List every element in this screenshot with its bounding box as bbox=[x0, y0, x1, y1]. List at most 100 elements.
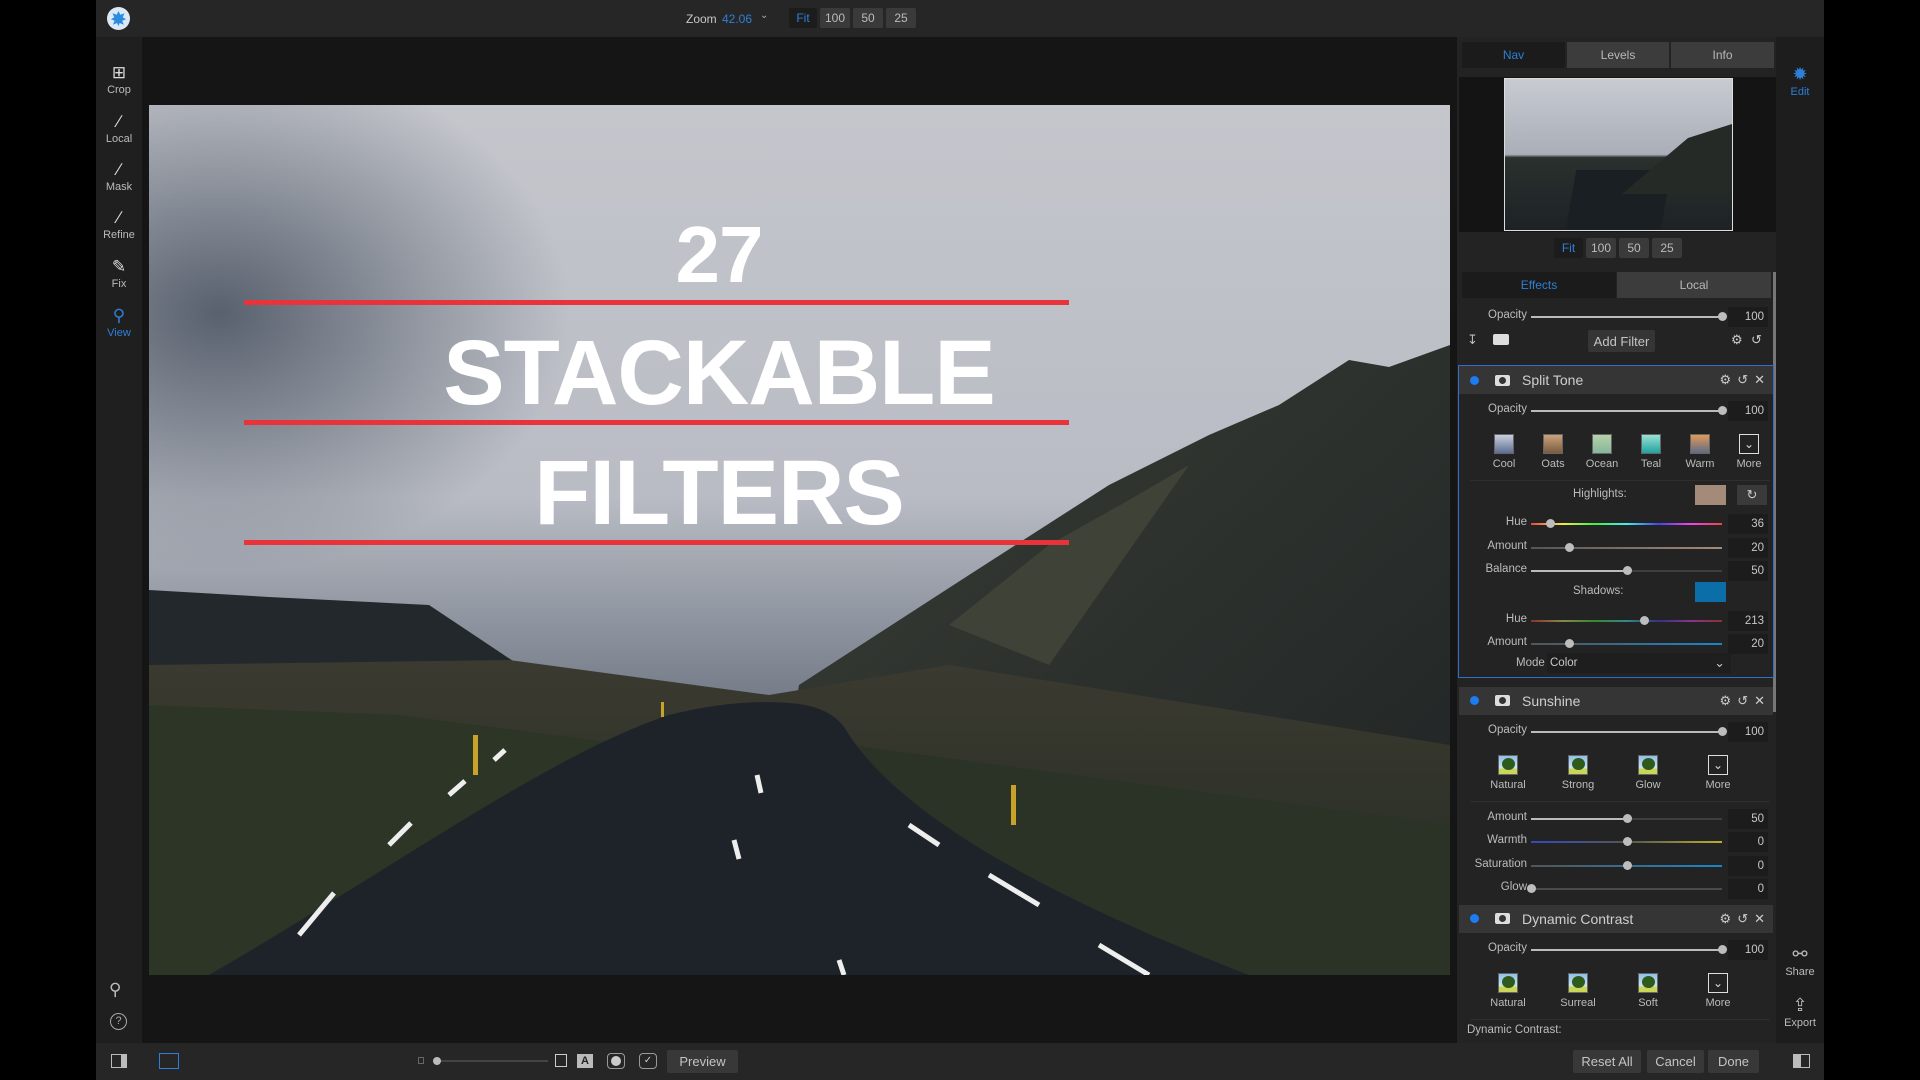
slider-track[interactable] bbox=[1531, 730, 1722, 733]
user-icon[interactable]: ⚲ bbox=[109, 980, 121, 1000]
filter-enabled-toggle[interactable] bbox=[1470, 375, 1479, 385]
tool-mask[interactable]: ∕ Mask bbox=[96, 159, 142, 193]
tool-crop[interactable]: ⊞ Crop bbox=[96, 62, 142, 96]
slider-value-field[interactable]: 20 bbox=[1728, 537, 1768, 558]
color-swatch[interactable] bbox=[1695, 581, 1726, 602]
preset-ocean[interactable]: Ocean bbox=[1582, 434, 1622, 470]
cancel-button[interactable]: Cancel bbox=[1647, 1050, 1704, 1073]
slider-thumb[interactable] bbox=[1622, 837, 1632, 846]
preset-teal[interactable]: Teal bbox=[1631, 434, 1671, 470]
compare-a-icon[interactable]: A bbox=[577, 1054, 593, 1068]
toggle-left-panel-icon[interactable] bbox=[111, 1054, 127, 1068]
slider-amount[interactable]: Amount 20 bbox=[1457, 537, 1776, 559]
thumbnail-size-slider[interactable] bbox=[433, 1060, 548, 1062]
preset-surreal[interactable]: Surreal bbox=[1558, 972, 1598, 1009]
slider-track[interactable] bbox=[1531, 546, 1722, 549]
slider-track[interactable] bbox=[1531, 888, 1722, 890]
photo-canvas[interactable]: 27 STACKABLE FILTERS bbox=[149, 105, 1450, 975]
mask-view-icon[interactable] bbox=[607, 1053, 625, 1069]
slider-hue[interactable]: Hue 36 bbox=[1457, 513, 1776, 535]
slider-saturation[interactable]: Saturation 0 bbox=[1457, 855, 1776, 877]
slider-track[interactable] bbox=[1531, 316, 1722, 318]
slider-thumb[interactable] bbox=[1546, 519, 1556, 528]
tool-local[interactable]: ∕ Local bbox=[96, 111, 142, 145]
preset-cool[interactable]: Cool bbox=[1484, 434, 1524, 470]
preset-strong[interactable]: Strong bbox=[1558, 754, 1598, 791]
slider-thumb[interactable] bbox=[1718, 312, 1727, 321]
nav-50-button[interactable]: 50 bbox=[1619, 238, 1649, 258]
slider-thumb[interactable] bbox=[1622, 566, 1632, 575]
filter-enabled-toggle[interactable] bbox=[1470, 914, 1479, 923]
tool-refine[interactable]: ∕ Refine bbox=[96, 207, 142, 241]
slider-track[interactable] bbox=[1531, 643, 1722, 645]
close-icon[interactable]: ✕ bbox=[1754, 911, 1765, 927]
preset-more[interactable]: ⌄ More bbox=[1698, 972, 1738, 1009]
slider-value-field[interactable]: 0 bbox=[1728, 879, 1768, 899]
slider-thumb[interactable] bbox=[1718, 944, 1727, 954]
slider-thumb[interactable] bbox=[1527, 884, 1536, 893]
close-icon[interactable]: ✕ bbox=[1754, 372, 1765, 388]
preset-soft[interactable]: Soft bbox=[1628, 972, 1668, 1009]
zoom-100-button[interactable]: 100 bbox=[820, 8, 850, 28]
zoom-fit-button[interactable]: Fit bbox=[789, 8, 817, 28]
tool-fix[interactable]: ✎ Fix bbox=[96, 256, 142, 290]
toggle-right-panel-icon[interactable] bbox=[1793, 1054, 1810, 1068]
preset-glow[interactable]: Glow bbox=[1628, 754, 1668, 791]
slider-value-field[interactable]: 0 bbox=[1728, 855, 1768, 876]
close-icon[interactable]: ✕ bbox=[1754, 693, 1765, 709]
color-swatch[interactable] bbox=[1695, 485, 1726, 505]
slider-warmth[interactable]: Warmth 0 bbox=[1457, 831, 1776, 853]
export-button[interactable]: ⇪ Export bbox=[1776, 993, 1824, 1029]
slider-amount[interactable]: Amount 50 bbox=[1457, 808, 1776, 830]
filter-enabled-toggle[interactable] bbox=[1470, 696, 1479, 705]
filter-mask-icon[interactable] bbox=[1495, 913, 1510, 924]
tab-levels[interactable]: Levels bbox=[1567, 42, 1669, 68]
zoom-50-button[interactable]: 50 bbox=[853, 8, 883, 28]
slider-value-field[interactable]: 20 bbox=[1728, 634, 1768, 654]
slider-thumb[interactable] bbox=[1622, 860, 1632, 870]
slider-thumb[interactable] bbox=[1718, 406, 1727, 415]
zoom-25-button[interactable]: 25 bbox=[886, 8, 916, 28]
zoom-value[interactable]: 42.06 bbox=[722, 12, 752, 26]
slider-value-field[interactable]: 50 bbox=[1728, 561, 1768, 581]
reset-icon[interactable]: ↺ bbox=[1737, 911, 1748, 927]
reset-icon[interactable]: ↺ bbox=[1737, 372, 1748, 388]
slider-track[interactable] bbox=[1531, 619, 1722, 622]
mode-dropdown[interactable]: Color ⌄ bbox=[1547, 652, 1731, 673]
slider-value-field[interactable]: 100 bbox=[1728, 939, 1768, 960]
slider-thumb[interactable] bbox=[1622, 813, 1632, 823]
refresh-icon[interactable]: ↻ bbox=[1737, 485, 1767, 505]
filter-mask-icon[interactable] bbox=[1495, 695, 1510, 706]
navigator-thumbnail[interactable] bbox=[1504, 78, 1733, 231]
slider-balance[interactable]: Balance 50 bbox=[1457, 560, 1776, 582]
nav-25-button[interactable]: 25 bbox=[1652, 238, 1682, 258]
slider-thumb[interactable] bbox=[1640, 615, 1649, 625]
filter-header-sunshine[interactable]: Sunshine ⚙ ↺ ✕ bbox=[1459, 686, 1773, 715]
done-button[interactable]: Done bbox=[1708, 1050, 1759, 1073]
slider-thumb[interactable] bbox=[1565, 639, 1575, 648]
tab-info[interactable]: Info bbox=[1671, 42, 1774, 68]
tab-local[interactable]: Local bbox=[1617, 272, 1771, 298]
gear-icon[interactable]: ⚙ bbox=[1720, 372, 1732, 388]
slider-thumb[interactable] bbox=[1565, 542, 1575, 552]
help-icon[interactable]: ? bbox=[110, 1013, 127, 1030]
slider-track[interactable] bbox=[1531, 410, 1722, 412]
reset-icon[interactable]: ↺ bbox=[1737, 693, 1748, 709]
slider-thumb[interactable] bbox=[1718, 726, 1727, 736]
edit-module-button[interactable]: ✹ Edit bbox=[1776, 62, 1824, 98]
single-view-icon[interactable] bbox=[159, 1053, 179, 1069]
filter-header-dynamic-contrast[interactable]: Dynamic Contrast ⚙ ↺ ✕ bbox=[1459, 904, 1773, 933]
tool-view[interactable]: ⚲ View bbox=[96, 305, 142, 339]
nav-fit-button[interactable]: Fit bbox=[1554, 238, 1583, 258]
layer-mask-icon[interactable] bbox=[1493, 334, 1509, 345]
reset-all-button[interactable]: Reset All bbox=[1573, 1050, 1641, 1073]
slider-value-field[interactable]: 50 bbox=[1728, 808, 1768, 829]
slider-opacity[interactable]: Opacity 100 bbox=[1457, 400, 1776, 422]
add-filter-button[interactable]: Add Filter bbox=[1588, 330, 1655, 352]
preset-more[interactable]: ⌄ More bbox=[1698, 754, 1738, 791]
filter-header-split-tone[interactable]: Split Tone ⚙ ↺ ✕ bbox=[1459, 366, 1773, 394]
zoom-dropdown-icon[interactable]: ⌄ bbox=[760, 10, 768, 21]
slider-value-field[interactable]: 100 bbox=[1728, 721, 1768, 742]
app-logo-icon[interactable] bbox=[107, 7, 130, 30]
slider-value-field[interactable]: 100 bbox=[1728, 401, 1768, 421]
